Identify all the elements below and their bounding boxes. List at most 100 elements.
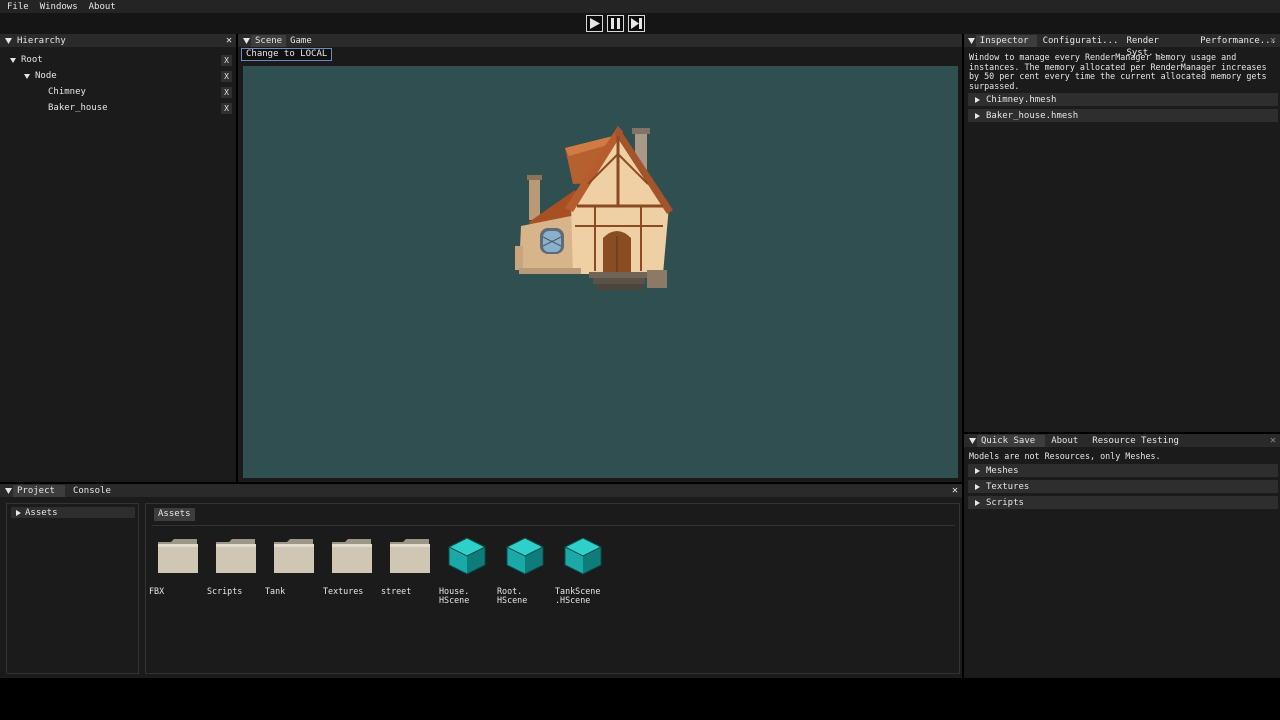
scene-viewport[interactable] [243,66,958,478]
quick-save-titlebar: Quick Save About Resource Testing ✕ [964,434,1280,447]
expand-arrow-icon [10,57,16,63]
hierarchy-panel: Hierarchy ✕ Root X Node X Chimney X Bake… [0,34,236,482]
asset-item[interactable]: Root. HScene [497,537,553,609]
tab-quick-save[interactable]: Quick Save [977,434,1046,447]
collapse-icon[interactable] [968,36,976,45]
asset-item[interactable]: House. HScene [439,537,495,609]
close-icon[interactable]: ✕ [1270,434,1276,447]
expand-arrow-icon [975,112,980,119]
close-icon[interactable]: ✕ [952,484,958,497]
collapsing-header-label: Scripts [986,497,1024,508]
folder-icon [158,539,198,573]
collapsing-header-label: Meshes [986,465,1019,476]
tab-project[interactable]: Project [13,484,65,497]
menu-about[interactable]: About [85,2,120,12]
close-icon[interactable]: ✕ [1270,34,1276,47]
tab-hierarchy[interactable]: Hierarchy [13,35,70,47]
breadcrumb-assets[interactable]: Assets [154,508,195,521]
house-model [515,126,673,290]
remove-button[interactable]: X [221,87,232,98]
play-toolbar [0,13,1280,34]
tab-configuration[interactable]: Configurati... [1039,35,1123,47]
tree-node-root[interactable]: Root [10,54,43,66]
collapse-icon[interactable] [242,36,251,45]
collapsing-header-baker-house-hmesh[interactable]: Baker_house.hmesh [968,109,1278,122]
close-icon[interactable]: ✕ [226,34,232,47]
collapsing-header-chimney-hmesh[interactable]: Chimney.hmesh [968,93,1278,106]
tree-node-label: Chimney [48,87,86,97]
hierarchy-titlebar: Hierarchy ✕ [0,34,236,47]
asset-label: Scripts [207,586,243,596]
tree-node-label: Baker_house [48,103,108,113]
expand-arrow-icon [16,509,21,516]
step-icon [631,18,642,29]
remove-button[interactable]: X [221,71,232,82]
remove-button[interactable]: X [221,103,232,114]
asset-item[interactable]: street [381,537,437,609]
tree-node-label: Node [35,71,57,81]
pause-button[interactable] [607,15,624,32]
change-to-local-button[interactable]: Change to LOCAL [241,48,333,61]
collapse-icon[interactable] [4,486,13,495]
asset-item[interactable]: Scripts [207,537,263,609]
remove-button[interactable]: X [221,55,232,66]
tree-node-node[interactable]: Node [24,70,57,82]
folder-icon [216,539,256,573]
scene-cube-icon [505,537,545,575]
scene-cube-icon [563,537,603,575]
tab-render-system[interactable]: Render Syst... [1122,35,1196,58]
collapsing-header-label: Baker_house.hmesh [986,110,1079,121]
tab-resource-testing[interactable]: Resource Testing [1088,435,1183,447]
step-button[interactable] [628,15,645,32]
tree-node-assets[interactable]: Assets [11,507,135,518]
tab-performance[interactable]: Performance... [1196,35,1280,47]
play-button[interactable] [586,15,603,32]
tab-scene[interactable]: Scene [251,34,287,47]
window-bottom [0,678,1280,720]
tree-node-label: Root [21,55,43,65]
pause-icon [611,18,620,29]
folder-icon [332,539,372,573]
asset-item[interactable]: TankScene .HScene [555,537,611,609]
asset-label: Root. HScene [497,586,528,605]
asset-item[interactable]: Tank [265,537,321,609]
asset-label: Textures [323,586,364,596]
scene-cube-icon [447,537,487,575]
asset-label: Tank [265,586,286,596]
expand-arrow-icon [975,499,980,506]
collapsing-header-scripts[interactable]: Scripts [968,496,1278,509]
menu-file[interactable]: File [3,2,33,12]
expand-arrow-icon [975,96,980,103]
asset-item[interactable]: FBX [149,537,205,609]
play-icon [590,18,600,29]
project-titlebar: Project Console ✕ [0,484,962,497]
tree-node-chimney[interactable]: Chimney [48,86,86,98]
collapsing-header-meshes[interactable]: Meshes [968,464,1278,477]
render-manager-description: Window to manage every RenderManager mem… [969,52,1267,91]
collapsing-header-textures[interactable]: Textures [968,480,1278,493]
folder-icon [390,539,430,573]
expand-arrow-icon [24,73,30,79]
menu-bar: File Windows About [0,0,1280,13]
divider [152,525,955,526]
tab-inspector[interactable]: Inspector [975,34,1037,47]
asset-label: street [381,586,412,596]
collapse-icon[interactable] [968,436,977,445]
scene-titlebar: Scene Game [238,34,962,47]
asset-label: House. HScene [439,586,470,605]
tree-node-baker-house[interactable]: Baker_house [48,102,108,114]
collapsing-header-label: Chimney.hmesh [986,94,1057,105]
tab-game[interactable]: Game [286,35,316,47]
resources-note: Models are not Resources, only Meshes. [969,451,1161,461]
expand-arrow-icon [975,483,980,490]
tab-console[interactable]: Console [69,485,115,497]
asset-item[interactable]: Textures [323,537,379,609]
menu-windows[interactable]: Windows [36,2,82,12]
project-tree: Assets [6,503,139,674]
asset-label: FBX [149,586,165,596]
folder-icon [274,539,314,573]
tree-node-label: Assets [25,507,58,518]
collapse-icon[interactable] [4,36,13,45]
tab-about[interactable]: About [1047,435,1088,447]
collapsing-header-label: Textures [986,481,1030,492]
